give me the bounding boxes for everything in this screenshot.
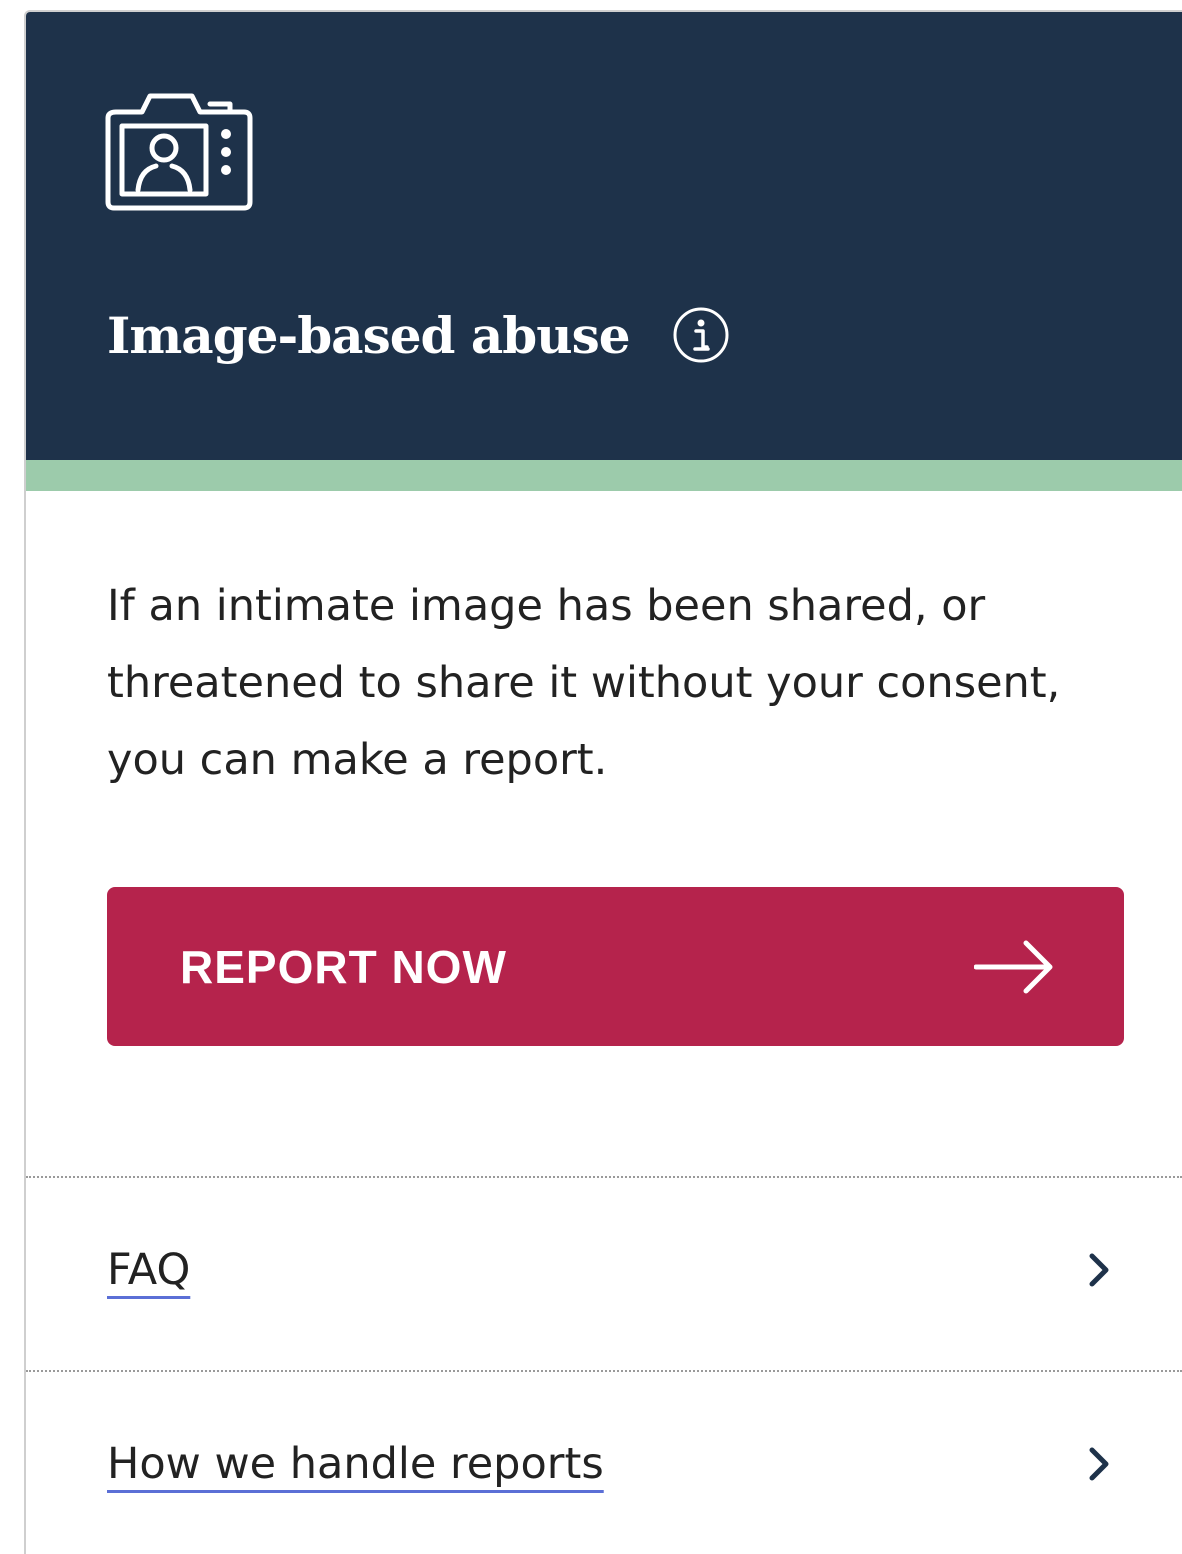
- chevron-right-icon: [1089, 1447, 1109, 1481]
- image-based-abuse-card: Image-based abuse If an intimate image h…: [24, 10, 1182, 1554]
- report-now-button[interactable]: REPORT NOW: [107, 887, 1124, 1046]
- accent-bar: [26, 460, 1182, 491]
- title-row: Image-based abuse: [107, 300, 730, 370]
- divider: [26, 1176, 1182, 1178]
- divider: [26, 1370, 1182, 1372]
- card-description: If an intimate image has been shared, or…: [107, 581, 1061, 785]
- how-we-handle-reports-link[interactable]: How we handle reports: [107, 1414, 1124, 1514]
- faq-link[interactable]: FAQ: [107, 1220, 1124, 1320]
- faq-link-label[interactable]: FAQ: [107, 1245, 190, 1295]
- info-icon[interactable]: [672, 306, 730, 364]
- chevron-right-icon: [1089, 1253, 1109, 1287]
- how-we-handle-reports-label[interactable]: How we handle reports: [107, 1439, 604, 1489]
- card-title: Image-based abuse: [107, 305, 631, 365]
- report-now-label: REPORT NOW: [180, 940, 507, 993]
- card-header: Image-based abuse: [26, 12, 1182, 460]
- camera-portrait-icon: [105, 93, 253, 211]
- arrow-right-icon: [974, 940, 1053, 993]
